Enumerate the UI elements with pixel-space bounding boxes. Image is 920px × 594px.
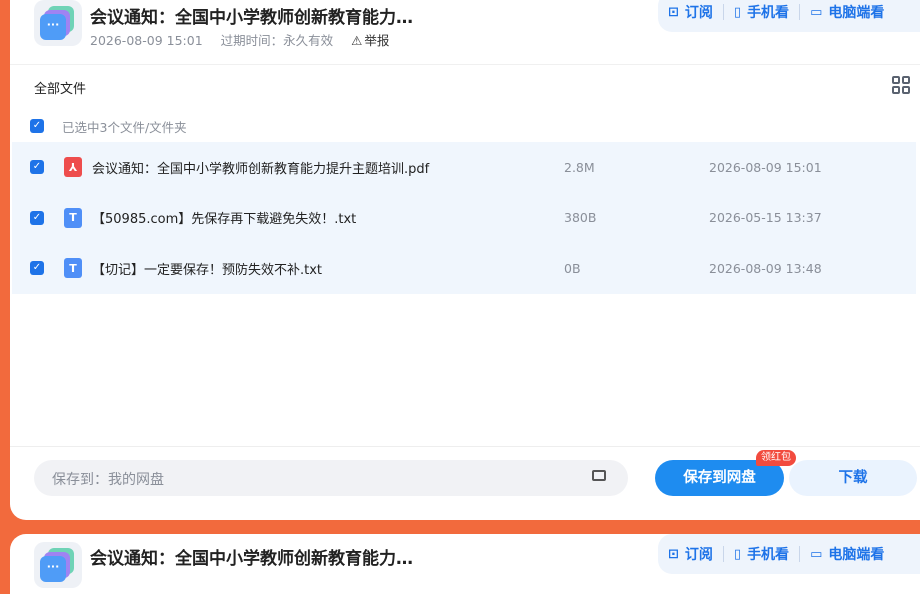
share-app-icon: ··· bbox=[34, 0, 82, 46]
pc-view-button[interactable]: ▭ 电脑端看 bbox=[810, 544, 884, 564]
file-date: 2026-08-09 15:01 bbox=[709, 159, 822, 175]
txt-file-icon: T bbox=[64, 207, 82, 228]
phone-view-label: 手机看 bbox=[747, 5, 790, 21]
warning-icon: ⚠ bbox=[351, 33, 363, 48]
actions-divider bbox=[799, 4, 801, 20]
download-button[interactable]: 下载 bbox=[789, 460, 917, 496]
save-path-label: 保存到：我的网盘 bbox=[52, 472, 164, 488]
pc-view-label: 电脑端看 bbox=[828, 547, 885, 563]
actions-divider bbox=[799, 546, 801, 562]
share-title: 会议通知：全国中小学教师创新教育能力提… bbox=[90, 8, 420, 28]
txt-file-icon: T bbox=[64, 258, 82, 279]
report-label: 举报 bbox=[364, 33, 390, 48]
subscribe-label: 订阅 bbox=[684, 5, 713, 21]
file-checkbox[interactable]: ✓ bbox=[30, 261, 44, 276]
bookmark-icon: ⊡ bbox=[668, 546, 679, 562]
bookmark-icon: ⊡ bbox=[668, 4, 679, 20]
phone-view-button[interactable]: ▯ 手机看 bbox=[734, 544, 789, 564]
monitor-icon: ▭ bbox=[810, 4, 823, 20]
file-name[interactable]: 会议通知：全国中小学教师创新教育能力提升主题培训.pdf bbox=[92, 158, 429, 177]
select-all-checkbox[interactable]: ✓ bbox=[30, 119, 44, 133]
phone-view-label: 手机看 bbox=[747, 547, 790, 563]
file-name[interactable]: 【切记】一定要保存！预防失效不补.txt bbox=[92, 259, 322, 278]
grid-view-icon[interactable] bbox=[892, 76, 910, 94]
select-all-row: ✓ 已选中3个文件/文件夹 bbox=[30, 116, 187, 136]
file-list: ✓ ⅄ 会议通知：全国中小学教师创新教育能力提升主题培训.pdf 2.8M 20… bbox=[12, 142, 916, 294]
monitor-icon: ▭ bbox=[810, 546, 823, 562]
pc-view-label: 电脑端看 bbox=[828, 5, 885, 21]
expire-time: 过期时间：永久有效 bbox=[220, 33, 334, 48]
footer-divider bbox=[10, 446, 920, 447]
share-header: ··· 会议通知：全国中小学教师创新教育能力提… 2026-08-09 15:0… bbox=[10, 0, 920, 64]
file-row[interactable]: ✓ T 【切记】一定要保存！预防失效不补.txt 0B 2026-08-09 1… bbox=[12, 243, 916, 294]
subscribe-button[interactable]: ⊡ 订阅 bbox=[668, 2, 713, 22]
pc-view-button[interactable]: ▭ 电脑端看 bbox=[810, 2, 884, 22]
subscribe-button[interactable]: ⊡ 订阅 bbox=[668, 544, 713, 564]
share-date: 2026-08-09 15:01 bbox=[90, 33, 203, 48]
file-row[interactable]: ✓ ⅄ 会议通知：全国中小学教师创新教育能力提升主题培训.pdf 2.8M 20… bbox=[12, 142, 916, 193]
top-actions-bar: ⊡ 订阅 ▯ 手机看 ▭ 电脑端看 bbox=[658, 534, 920, 574]
save-path-field[interactable]: 保存到：我的网盘 bbox=[34, 460, 628, 496]
file-row[interactable]: ✓ T 【50985.com】先保存再下载避免失效！.txt 380B 2026… bbox=[12, 193, 916, 244]
phone-icon: ▯ bbox=[733, 546, 742, 562]
file-name[interactable]: 【50985.com】先保存再下载避免失效！.txt bbox=[92, 208, 356, 227]
subscribe-label: 订阅 bbox=[684, 547, 713, 563]
file-size: 0B bbox=[564, 260, 581, 276]
next-share-card: ··· 会议通知：全国中小学教师创新教育能力提… ⊡ 订阅 ▯ 手机看 ▭ 电脑… bbox=[10, 534, 920, 594]
share-card: ··· 会议通知：全国中小学教师创新教育能力提… 2026-08-09 15:0… bbox=[10, 0, 920, 520]
phone-view-button[interactable]: ▯ 手机看 bbox=[734, 2, 789, 22]
actions-divider bbox=[722, 4, 724, 20]
share-app-icon: ··· bbox=[34, 542, 82, 588]
folder-icon[interactable] bbox=[592, 470, 606, 481]
pdf-file-icon: ⅄ bbox=[64, 157, 82, 178]
file-checkbox[interactable]: ✓ bbox=[30, 160, 44, 175]
file-date: 2026-05-15 13:37 bbox=[709, 210, 822, 226]
top-actions-bar: ⊡ 订阅 ▯ 手机看 ▭ 电脑端看 bbox=[658, 0, 920, 32]
actions-divider bbox=[722, 546, 724, 562]
report-link[interactable]: ⚠ 举报 bbox=[351, 33, 403, 48]
file-size: 380B bbox=[564, 210, 597, 226]
share-meta: 2026-08-09 15:01 过期时间：永久有效 ⚠ 举报 bbox=[90, 30, 417, 49]
share-title: 会议通知：全国中小学教师创新教育能力提… bbox=[90, 549, 420, 569]
file-checkbox[interactable]: ✓ bbox=[30, 210, 44, 225]
selected-count: 已选中3个文件/文件夹 bbox=[62, 119, 187, 135]
file-size: 2.8M bbox=[564, 159, 595, 175]
phone-icon: ▯ bbox=[733, 4, 742, 20]
all-files-label[interactable]: 全部文件 bbox=[34, 78, 86, 97]
file-date: 2026-08-09 13:48 bbox=[709, 260, 822, 276]
red-packet-badge[interactable]: 领红包 bbox=[756, 450, 796, 466]
header-divider bbox=[10, 64, 920, 65]
